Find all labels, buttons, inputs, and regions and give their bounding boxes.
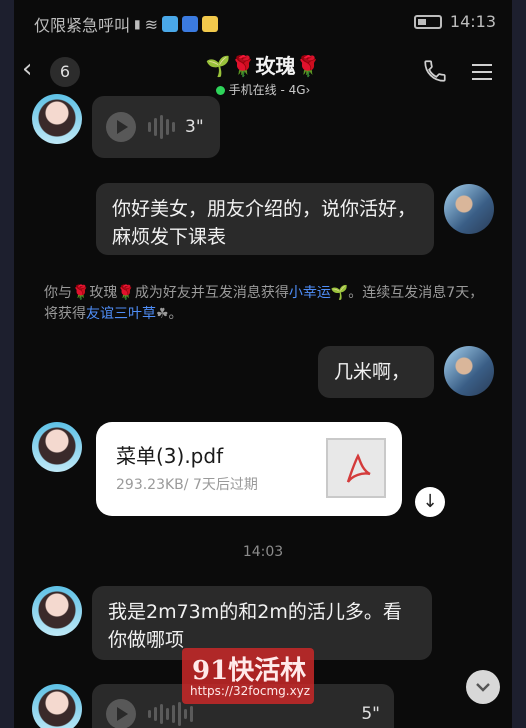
download-icon[interactable]: ↓	[415, 487, 445, 517]
menu-icon[interactable]	[462, 54, 502, 90]
battery-icon	[413, 14, 442, 29]
message-bubble-sent[interactable]: 你好美女，朋友介绍的，说你活好，麻烦发下课表	[96, 183, 434, 255]
voice-duration: 3"	[185, 117, 204, 137]
status-bar: 仅限紧急呼叫 ▮ ≋ 14:13	[14, 0, 512, 44]
time-divider: 14:03	[242, 544, 284, 560]
status-left: 仅限紧急呼叫 ▮ ≋	[34, 12, 219, 36]
chat-screen: 仅限紧急呼叫 ▮ ≋ 14:13 ‹ 6 🌱🌹玫瑰🌹 手机在线 - 4G› 3"…	[14, 0, 512, 728]
phone-call-icon[interactable]	[422, 58, 448, 84]
message-bubble-sent[interactable]: 几米啊，	[318, 346, 434, 398]
app-notification-icon	[162, 16, 179, 32]
system-notice: 你与🌹玫瑰🌹成为好友并互发消息获得小幸运🌱。连续互发消息7天，将获得友谊三叶草☘…	[44, 283, 484, 325]
signal-icon: ▮	[134, 17, 141, 31]
chat-header: ‹ 6 🌱🌹玫瑰🌹 手机在线 - 4G›	[14, 44, 512, 98]
contact-avatar[interactable]	[32, 422, 82, 472]
contact-avatar[interactable]	[32, 684, 82, 728]
file-meta: 293.23KB/ 7天后过期	[116, 477, 258, 493]
contact-avatar[interactable]	[32, 94, 82, 144]
app-notification-icon-3	[202, 16, 219, 32]
waveform-icon	[148, 115, 175, 139]
app-notification-icon-2	[182, 16, 199, 32]
chevron-down-icon	[476, 683, 490, 692]
watermark-url: https://32focmg.xyz	[190, 684, 311, 698]
watermark-logo: 91快活林 https://32focmg.xyz	[182, 648, 314, 704]
play-icon[interactable]	[106, 699, 136, 728]
self-avatar[interactable]	[444, 346, 494, 396]
scroll-to-bottom-button[interactable]	[466, 670, 500, 704]
voice-duration: 5"	[361, 704, 380, 724]
system-text-3: ☘。	[156, 306, 183, 322]
wifi-icon: ≋	[144, 14, 159, 34]
watermark-title: 91快活林	[192, 656, 307, 686]
message-text: 几米啊，	[334, 361, 411, 383]
self-avatar[interactable]	[444, 184, 494, 234]
clover-link[interactable]: 友谊三叶草	[86, 306, 156, 322]
online-dot-icon	[215, 86, 225, 95]
waveform-icon	[148, 702, 193, 726]
system-text-1: 你与🌹玫瑰🌹成为好友并互发消息获得	[44, 285, 289, 301]
play-icon[interactable]	[106, 112, 136, 142]
voice-message[interactable]: 3"	[92, 96, 220, 158]
pdf-icon	[326, 438, 386, 498]
contact-avatar[interactable]	[32, 586, 82, 636]
lucky-link[interactable]: 小幸运	[289, 285, 331, 301]
file-message[interactable]: 菜单(3).pdf 293.23KB/ 7天后过期	[96, 422, 402, 516]
clock: 14:13	[449, 12, 496, 31]
carrier-text: 仅限紧急呼叫	[34, 16, 131, 35]
status-arrow: ›	[305, 83, 311, 97]
file-name: 菜单(3).pdf	[116, 444, 224, 468]
online-status-text: 手机在线 - 4G	[228, 83, 306, 97]
message-text: 我是2m73m的和2m的活儿多。看你做哪项	[108, 601, 402, 651]
message-text: 你好美女，朋友介绍的，说你活好，麻烦发下课表	[112, 198, 417, 248]
status-right: 14:13	[413, 12, 496, 31]
